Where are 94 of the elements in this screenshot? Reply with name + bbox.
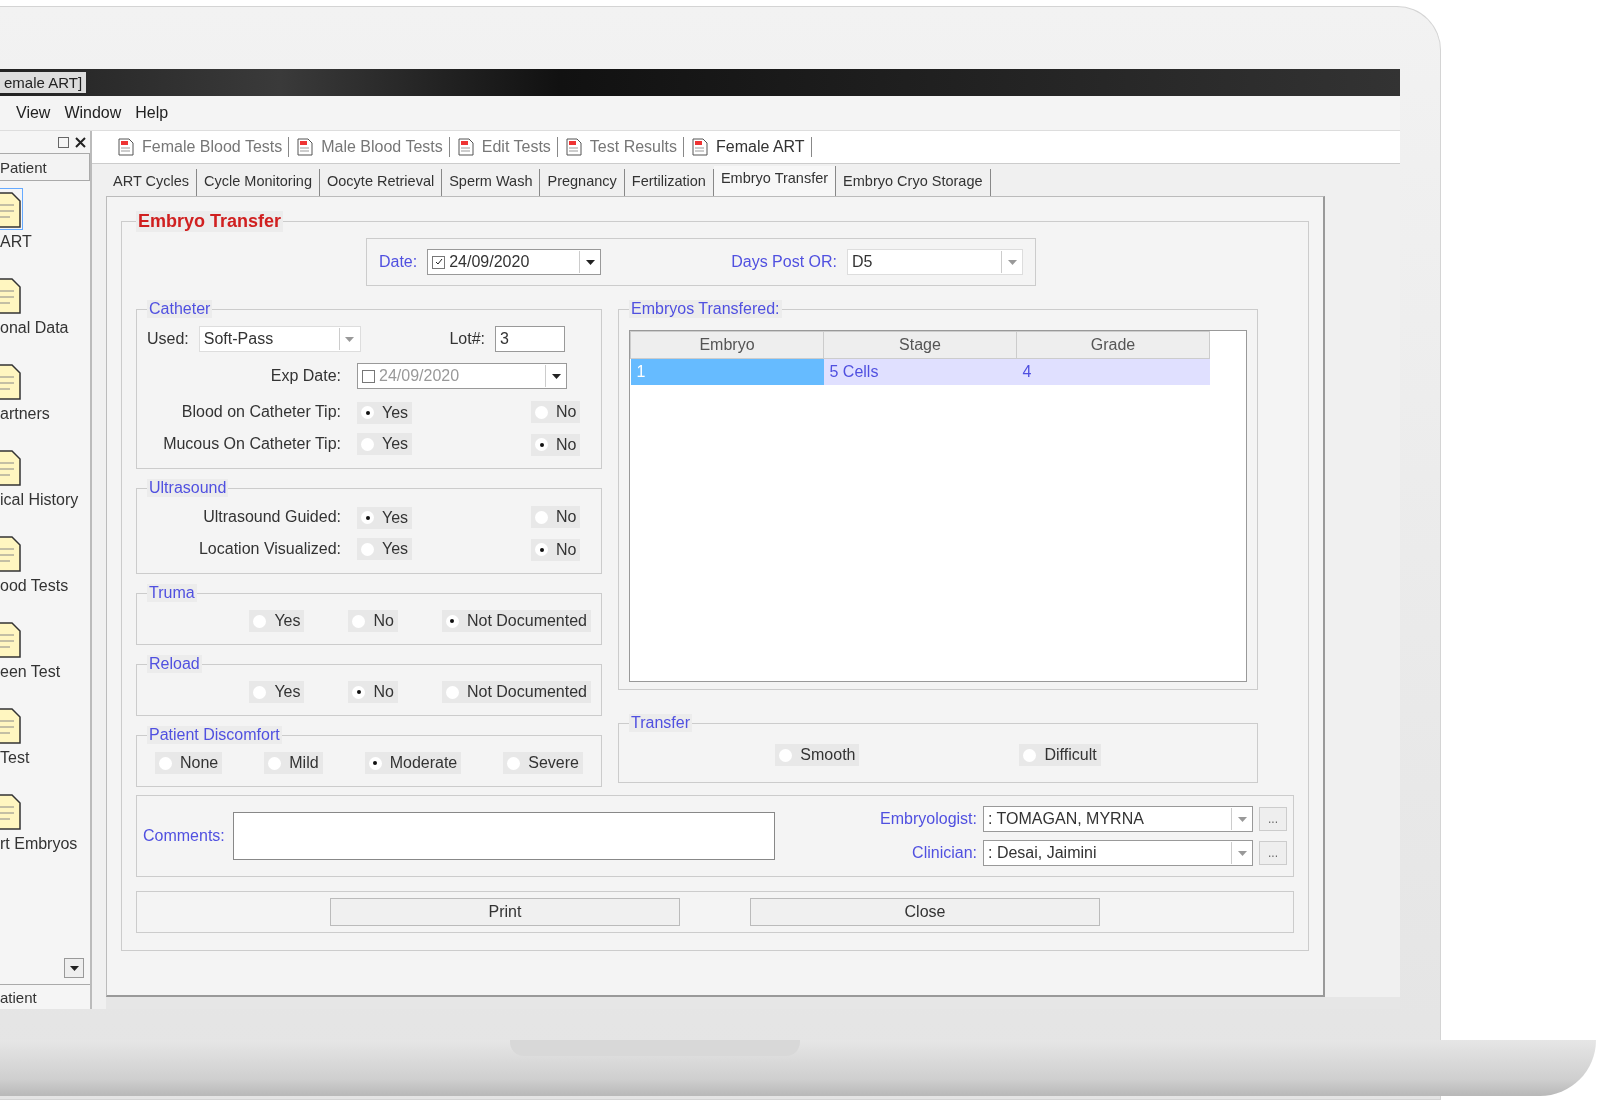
field-label: Location Visualized: xyxy=(197,540,342,558)
radio-circle-icon[interactable] xyxy=(361,511,374,524)
field-label: Clinician: xyxy=(911,844,977,862)
comments-field[interactable] xyxy=(232,812,775,860)
toolbar-button[interactable]: Test Results xyxy=(557,137,684,157)
field-label: Embryologist: xyxy=(880,810,977,828)
column-header[interactable]: Stage xyxy=(823,331,1017,359)
dropdown-field[interactable]: : Desai, Jaimini xyxy=(983,840,1253,866)
toolbar-button[interactable]: Female ART xyxy=(684,137,812,157)
document-icon xyxy=(455,137,476,157)
table-cell[interactable]: 5 Cells xyxy=(823,358,1017,385)
sidebar-item[interactable]: ART xyxy=(0,189,90,261)
document-icon xyxy=(690,137,710,157)
document-icon xyxy=(295,137,316,157)
toolbar-button[interactable]: Edit Tests xyxy=(449,137,558,157)
browse-button[interactable]: ... xyxy=(1259,807,1287,831)
field-label: Ultrasound Guided: xyxy=(202,508,342,526)
radio-button[interactable]: Severe xyxy=(503,752,583,774)
panel-header: Patient xyxy=(0,153,90,181)
radio-button[interactable]: Moderate xyxy=(364,752,462,774)
sidebar-item[interactable]: rt Embryos xyxy=(0,791,90,863)
form-title: Embryo Transfer xyxy=(136,211,284,232)
group-title: Reload xyxy=(147,655,202,673)
toolbar-button[interactable]: Female Blood Tests xyxy=(110,137,290,157)
field-label: Used: xyxy=(147,330,189,348)
group-title: Patient Discomfort xyxy=(147,726,282,744)
sidebar-item[interactable]: ood Tests xyxy=(0,533,90,605)
checkbox[interactable] xyxy=(362,369,375,383)
input-field[interactable]: 3 xyxy=(495,326,565,352)
field-label: Exp Date: xyxy=(269,367,342,385)
browse-button[interactable]: ... xyxy=(1259,841,1287,865)
radio-circle-icon[interactable] xyxy=(445,614,459,628)
menu-item[interactable]: View xyxy=(16,104,51,122)
radio-button[interactable]: No xyxy=(531,538,581,561)
radio-button[interactable]: Yes xyxy=(357,401,413,424)
radio-button[interactable]: Yes xyxy=(357,433,413,455)
field-label: Days Post OR: xyxy=(731,253,838,271)
sidebar-item[interactable]: artners xyxy=(0,361,90,433)
radio-button[interactable]: No xyxy=(531,433,581,456)
radio-button[interactable]: No xyxy=(531,506,581,528)
group-title: Ultrasound xyxy=(147,479,229,497)
dropdown-field[interactable]: Soft-Pass xyxy=(198,326,361,352)
radio-button[interactable]: Difficult xyxy=(1019,744,1101,766)
radio-button[interactable]: Mild xyxy=(264,752,323,774)
radio-button[interactable]: Smooth xyxy=(775,744,860,766)
column-header[interactable]: Grade xyxy=(1016,331,1210,359)
close-icon[interactable] xyxy=(75,136,86,148)
group-title: Transfer xyxy=(629,714,692,732)
group-title: Embryos Transfered: xyxy=(629,300,782,318)
radio-circle-icon[interactable] xyxy=(361,406,374,419)
sidebar-item[interactable]: ical History xyxy=(0,447,90,519)
date-field[interactable]: 24/09/2020 xyxy=(427,249,602,275)
radio-button[interactable]: No xyxy=(348,681,398,703)
field-label: Comments: xyxy=(143,827,225,845)
document-icon xyxy=(116,137,136,157)
radio-circle-icon[interactable] xyxy=(535,438,548,451)
radio-circle-icon[interactable] xyxy=(368,756,382,770)
radio-button[interactable]: No xyxy=(348,610,398,632)
menu-item[interactable]: Window xyxy=(64,104,122,122)
radio-button[interactable]: Yes xyxy=(249,681,305,703)
dropdown-field[interactable]: : TOMAGAN, MYRNA xyxy=(983,806,1253,832)
window-title: emale ART] xyxy=(0,72,87,93)
form-button[interactable]: Print xyxy=(330,898,680,926)
sidebar-item[interactable]: Test xyxy=(0,705,90,777)
sidebar-item[interactable]: een Test xyxy=(0,619,90,691)
radio-circle-icon[interactable] xyxy=(535,543,548,556)
group-title: Catheter xyxy=(147,300,213,318)
document-icon xyxy=(563,137,584,157)
maximize-icon[interactable] xyxy=(58,136,69,148)
scroll-down-icon[interactable] xyxy=(64,958,84,978)
form-button[interactable]: Close xyxy=(750,898,1100,926)
field-label: Lot#: xyxy=(449,330,485,348)
sidebar-item[interactable]: onal Data xyxy=(0,275,90,347)
panel-footer: atient xyxy=(0,984,90,1009)
group-title: Truma xyxy=(147,584,197,602)
field-label: Date: xyxy=(378,253,418,271)
dropdown-field[interactable]: D5 xyxy=(847,249,1024,275)
checkmark-icon xyxy=(434,258,443,266)
radio-button[interactable]: None xyxy=(155,752,223,774)
field-label: Mucous On Catheter Tip: xyxy=(162,435,342,453)
radio-button[interactable]: Yes xyxy=(357,538,413,560)
checkbox[interactable] xyxy=(432,255,446,269)
toolbar-button[interactable]: Male Blood Tests xyxy=(289,137,450,157)
table-cell[interactable]: 4 xyxy=(1016,358,1210,385)
radio-button[interactable]: No xyxy=(531,401,581,423)
column-header[interactable]: Embryo xyxy=(630,331,824,359)
radio-button[interactable]: Not Documented xyxy=(441,610,591,632)
field-label: Blood on Catheter Tip: xyxy=(180,403,342,421)
tab[interactable]: Embryo Transfer xyxy=(713,166,837,196)
radio-circle-icon[interactable] xyxy=(352,685,366,699)
radio-button[interactable]: Yes xyxy=(249,610,305,632)
radio-button[interactable]: Not Documented xyxy=(441,681,591,703)
radio-button[interactable]: Yes xyxy=(357,506,413,529)
menu-item[interactable]: Help xyxy=(135,104,169,122)
